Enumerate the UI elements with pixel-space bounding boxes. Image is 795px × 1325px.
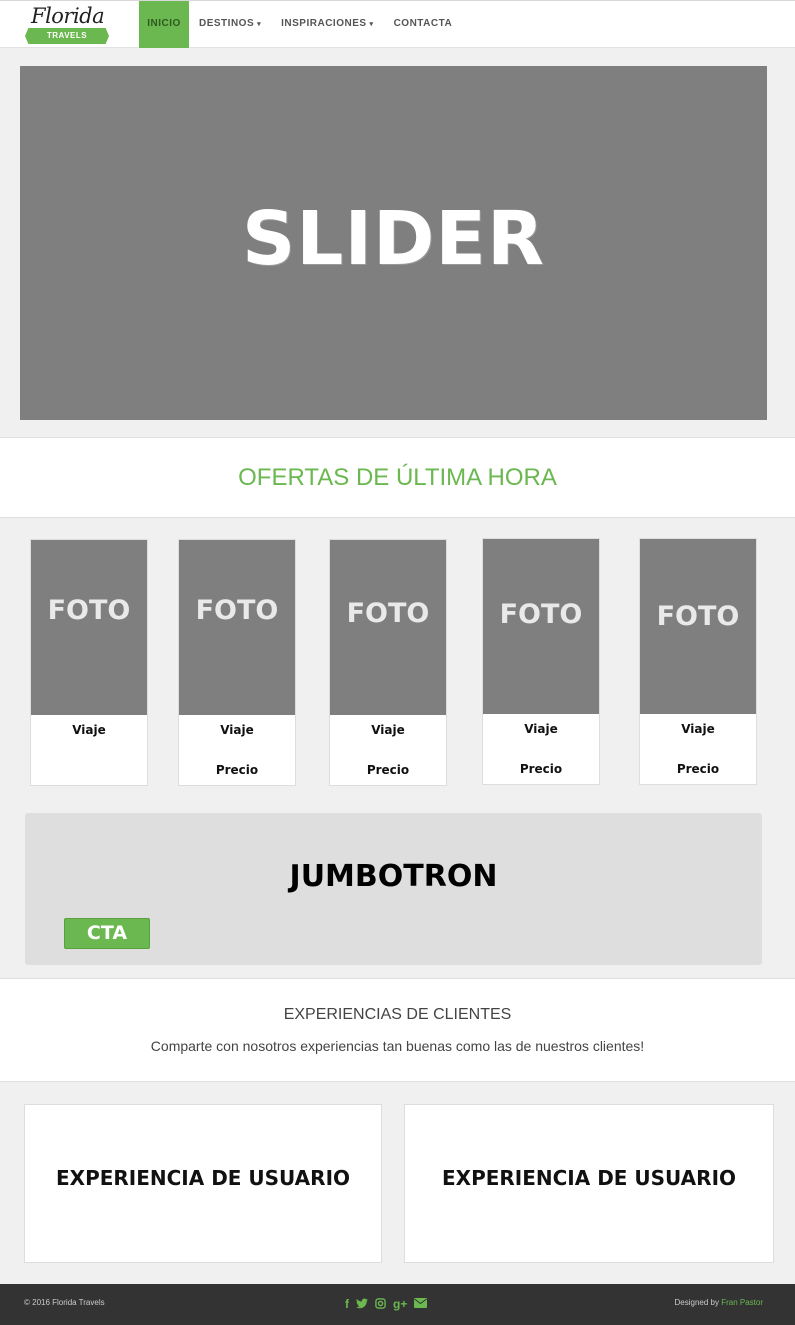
offer-card-trip: Viaje	[524, 722, 558, 736]
nav-item-inspiraciones[interactable]: INSPIRACIONES ▾	[271, 1, 383, 48]
offer-card-price: Precio	[676, 762, 720, 776]
nav-item-label: CONTACTA	[393, 18, 453, 29]
caret-down-icon: ▾	[257, 21, 262, 28]
instagram-icon[interactable]	[375, 1298, 386, 1312]
experience-card[interactable]: EXPERIENCIA DE USUARIO	[404, 1104, 774, 1263]
photo-placeholder-text: FOTO	[499, 599, 583, 630]
top-navbar: Florida TRAVELS INICIO DESTINOS ▾ INSPIRA…	[0, 0, 795, 48]
cta-button[interactable]: CTA	[64, 918, 150, 949]
footer-copyright: © 2016 Florida Travels	[24, 1298, 105, 1307]
offer-card-photo: FOTO	[179, 540, 295, 715]
offer-card-photo: FOTO	[330, 540, 446, 715]
hero-slider[interactable]: SLIDER	[20, 66, 767, 420]
footer-author-link[interactable]: Fran Pastor	[721, 1298, 763, 1307]
offer-card[interactable]: FOTO Viaje Precio	[639, 538, 757, 785]
google-plus-icon[interactable]: g+	[393, 1298, 407, 1312]
offer-card[interactable]: FOTO Viaje Precio	[482, 538, 600, 785]
social-links: f g+	[345, 1298, 428, 1312]
nav-item-label: INICIO	[147, 18, 181, 29]
offer-card[interactable]: FOTO Viaje Precio	[329, 539, 447, 786]
offers-section-header: OFERTAS DE ÚLTIMA HORA	[0, 437, 795, 518]
offer-card-trip: Viaje	[681, 722, 715, 736]
brand-logo-band: TRAVELS	[25, 28, 109, 44]
facebook-icon[interactable]: f	[345, 1298, 349, 1312]
nav-item-label: DESTINOS	[199, 18, 255, 29]
brand-logo-script: Florida	[31, 4, 105, 28]
experiences-subtitle: Comparte con nosotros experiencias tan b…	[150, 1038, 645, 1054]
photo-placeholder-text: FOTO	[195, 595, 279, 626]
nav-item-inicio[interactable]: INICIO	[139, 1, 189, 48]
jumbotron: JUMBOTRON CTA	[25, 813, 762, 965]
experiences-title: EXPERIENCIAS DE CLIENTES	[283, 1006, 512, 1023]
offer-card[interactable]: FOTO Viaje	[30, 539, 148, 786]
photo-placeholder-text: FOTO	[47, 595, 131, 626]
photo-placeholder-text: FOTO	[346, 598, 430, 629]
offer-card-photo: FOTO	[483, 539, 599, 714]
footer: © 2016 Florida Travels f g+ Designed by …	[0, 1284, 795, 1325]
offer-card-trip: Viaje	[371, 723, 405, 737]
offer-card-price: Precio	[366, 763, 410, 777]
offers-title: OFERTAS DE ÚLTIMA HORA	[238, 463, 557, 491]
offer-card-trip: Viaje	[72, 723, 106, 737]
experience-card[interactable]: EXPERIENCIA DE USUARIO	[24, 1104, 382, 1263]
brand-logo[interactable]: Florida TRAVELS	[25, 4, 109, 46]
offer-card[interactable]: FOTO Viaje Precio	[178, 539, 296, 786]
email-icon[interactable]	[414, 1298, 428, 1312]
twitter-icon[interactable]	[356, 1298, 368, 1312]
nav-item-label: INSPIRACIONES	[281, 18, 367, 29]
nav-item-contacta[interactable]: CONTACTA	[384, 1, 463, 48]
offer-card-price: Precio	[519, 762, 563, 776]
caret-down-icon: ▾	[369, 21, 374, 28]
nav-item-destinos[interactable]: DESTINOS ▾	[189, 1, 271, 48]
offer-card-price: Precio	[215, 763, 259, 777]
experience-card-label: EXPERIENCIA DE USUARIO	[441, 1165, 737, 1190]
offer-card-photo: FOTO	[31, 540, 147, 715]
footer-credit-label: Designed by	[674, 1298, 719, 1307]
experience-card-label: EXPERIENCIA DE USUARIO	[55, 1165, 351, 1190]
nav-menu: INICIO DESTINOS ▾ INSPIRACIONES ▾ CONTACTA	[139, 1, 462, 48]
footer-credit: Designed by Fran Pastor	[674, 1298, 763, 1307]
offer-card-photo: FOTO	[640, 539, 756, 714]
photo-placeholder-text: FOTO	[656, 601, 740, 632]
slider-placeholder-text: SLIDER	[242, 196, 545, 282]
experiences-section-header: EXPERIENCIAS DE CLIENTES Comparte con no…	[0, 978, 795, 1082]
jumbotron-title: JUMBOTRON	[289, 859, 498, 894]
offer-card-trip: Viaje	[220, 723, 254, 737]
